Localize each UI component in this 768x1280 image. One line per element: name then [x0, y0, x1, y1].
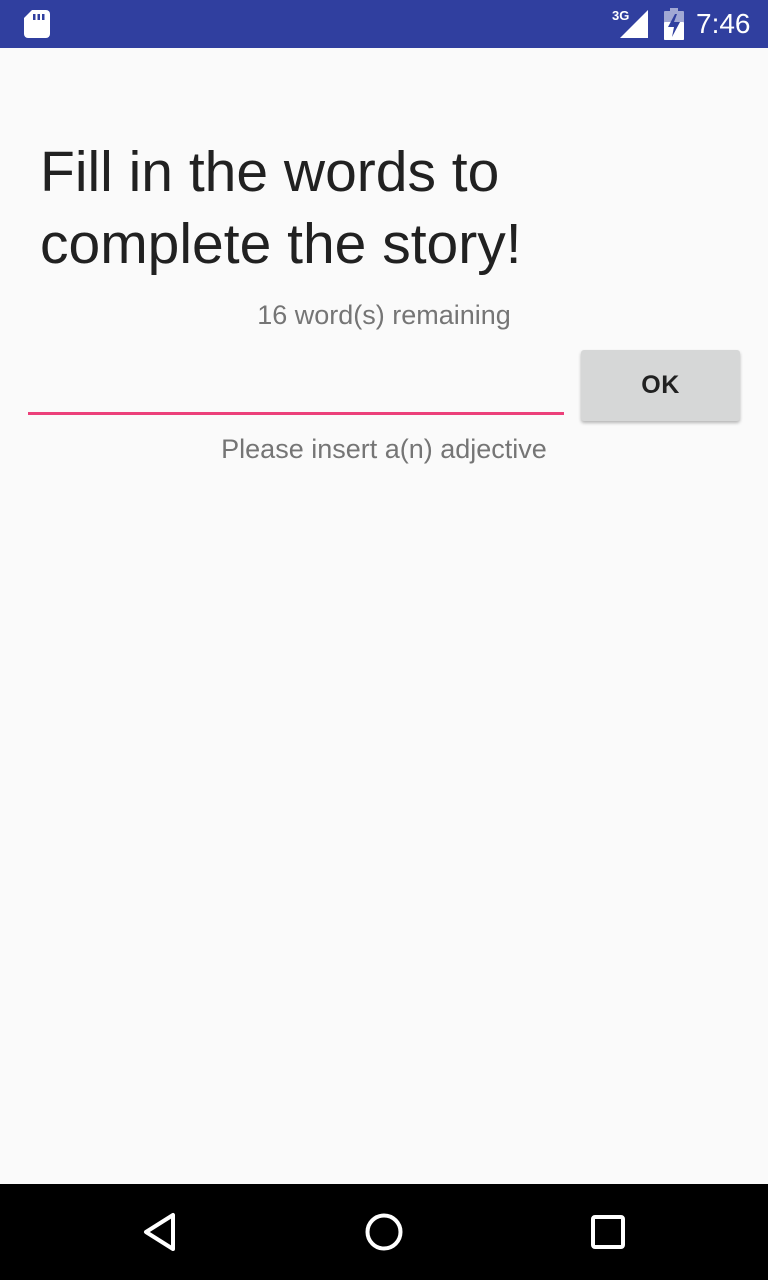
- navigation-bar: [0, 1184, 768, 1280]
- word-type-hint: Please insert a(n) adjective: [221, 434, 547, 464]
- status-bar: 3G 7:46: [0, 0, 768, 48]
- signal-icon: [620, 10, 648, 38]
- back-icon: [144, 1213, 175, 1251]
- home-icon: [365, 1213, 403, 1251]
- back-button[interactable]: [136, 1208, 184, 1256]
- battery-charging-icon: [664, 8, 684, 40]
- recents-icon: [591, 1215, 625, 1249]
- page-title: Fill in the words to complete the story!: [40, 140, 522, 276]
- ok-button[interactable]: OK: [581, 350, 740, 421]
- word-input[interactable]: [28, 356, 564, 415]
- sd-card-icon: [24, 10, 50, 38]
- recents-button[interactable]: [584, 1208, 632, 1256]
- home-button[interactable]: [360, 1208, 408, 1256]
- words-remaining-label: 16 word(s) remaining: [257, 300, 511, 330]
- clock: 7:46: [696, 8, 751, 39]
